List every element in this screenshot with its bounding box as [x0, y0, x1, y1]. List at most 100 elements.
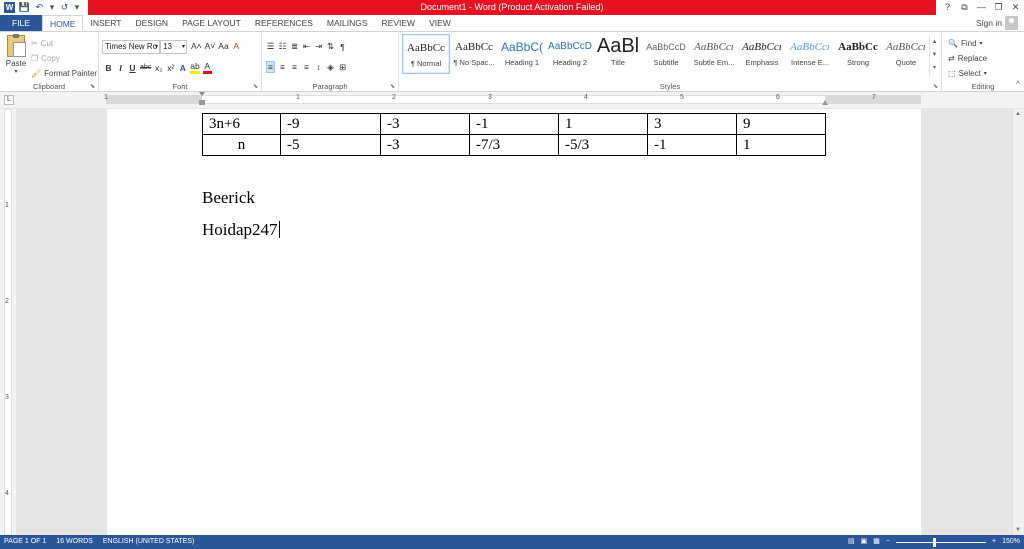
style-heading-1[interactable]: AaBbC(Heading 1: [498, 34, 546, 74]
table-cell[interactable]: -7/3: [469, 134, 559, 156]
styles-launcher-icon[interactable]: ⬊: [933, 83, 938, 90]
shrink-font-icon[interactable]: A˅: [205, 41, 216, 51]
style-intense-emphasis[interactable]: AaBbCcı Intense E...: [786, 34, 834, 74]
style-heading-2[interactable]: AaBbCcD Heading 2: [546, 34, 594, 74]
styles-scroll[interactable]: ▲ ▼ ▾: [929, 36, 939, 76]
close-button[interactable]: ✕: [1007, 0, 1024, 15]
paragraph-launcher-icon[interactable]: ⬊: [390, 83, 395, 90]
font-launcher-icon[interactable]: ⬊: [253, 83, 258, 90]
table-cell[interactable]: 1: [558, 113, 648, 135]
sort-icon[interactable]: ⇅: [326, 41, 335, 52]
tab-view[interactable]: VIEW: [422, 15, 458, 31]
subscript-button[interactable]: x₂: [154, 63, 163, 73]
bullets-icon[interactable]: ☰: [266, 41, 275, 52]
tab-insert[interactable]: INSERT: [83, 15, 128, 31]
style-no-spacing[interactable]: AaBbCc ¶ No Spac...: [450, 34, 498, 74]
underline-button[interactable]: U: [128, 63, 137, 73]
numbering-icon[interactable]: ☷: [278, 41, 287, 52]
replace-button[interactable]: ⇄ Replace: [948, 51, 987, 66]
styles-up-icon[interactable]: ▲: [930, 36, 939, 49]
collapse-ribbon-icon[interactable]: ˄: [1016, 80, 1020, 87]
table-cell[interactable]: -3: [380, 113, 470, 135]
table-cell[interactable]: 3n+6: [202, 113, 281, 135]
scroll-down-icon[interactable]: ▼: [1015, 527, 1021, 533]
table-cell[interactable]: n: [202, 134, 281, 156]
table-cell[interactable]: -3: [380, 134, 470, 156]
language-indicator[interactable]: ENGLISH (UNITED STATES): [103, 535, 195, 549]
line-spacing-icon[interactable]: ↕: [314, 62, 323, 72]
style-emphasis[interactable]: AaBbCcı Emphasis: [738, 34, 786, 74]
font-name-dropdown-icon[interactable]: ▾: [155, 41, 158, 53]
read-mode-icon[interactable]: ▤: [848, 535, 855, 549]
zoom-slider-thumb[interactable]: [933, 537, 936, 547]
align-left-icon[interactable]: ≡: [266, 61, 275, 73]
styles-more-icon[interactable]: ▾: [930, 62, 939, 75]
undo-icon[interactable]: ↶: [34, 2, 45, 13]
text-effects-icon[interactable]: A: [178, 63, 187, 73]
shading-icon[interactable]: ◈: [326, 62, 335, 73]
paste-button[interactable]: Paste ▾: [4, 34, 28, 75]
strikethrough-button[interactable]: abc: [140, 64, 151, 71]
right-indent-marker[interactable]: [822, 100, 828, 105]
sign-in-label[interactable]: Sign in: [976, 18, 1002, 28]
clear-formatting-icon[interactable]: A: [232, 41, 241, 51]
style-subtle-emphasis[interactable]: AaBbCcı Subtle Em...: [690, 34, 738, 74]
align-right-icon[interactable]: ≡: [290, 62, 299, 72]
align-center-icon[interactable]: ≡: [278, 62, 287, 72]
grow-font-icon[interactable]: A˄: [191, 41, 202, 51]
paste-dropdown-icon[interactable]: ▾: [4, 68, 28, 75]
style-title[interactable]: AaBl Title: [594, 34, 642, 74]
style-subtitle[interactable]: AaBbCcD Subtitle: [642, 34, 690, 74]
table-cell[interactable]: -5/3: [558, 134, 648, 156]
undo-dropdown-icon[interactable]: ▾: [49, 2, 55, 13]
web-layout-icon[interactable]: ▦: [873, 535, 880, 549]
paragraph-text[interactable]: Beerick: [202, 188, 255, 208]
copy-button[interactable]: ❐ Copy: [31, 51, 97, 66]
zoom-out-button[interactable]: −: [886, 535, 890, 549]
decrease-indent-icon[interactable]: ⇤: [302, 41, 311, 52]
tab-references[interactable]: REFERENCES: [248, 15, 320, 31]
superscript-button[interactable]: x²: [166, 63, 175, 73]
tab-design[interactable]: DESIGN: [128, 15, 175, 31]
print-layout-icon[interactable]: ▣: [861, 535, 868, 549]
vertical-scrollbar[interactable]: ▲ ▼: [1012, 109, 1024, 535]
tab-selector-icon[interactable]: L: [4, 95, 14, 105]
style-strong[interactable]: AaBbCc Strong: [834, 34, 882, 74]
zoom-level[interactable]: 150%: [1002, 535, 1020, 549]
data-table[interactable]: 3n+6 -9 -3 -1 1 3 9 n -5 -3 -7/3 -5/3 -1…: [202, 113, 826, 156]
cut-button[interactable]: ✂ Cut: [31, 36, 97, 51]
select-dropdown-icon[interactable]: ▾: [984, 70, 987, 77]
table-cell[interactable]: -9: [280, 113, 381, 135]
redo-icon[interactable]: ↺: [59, 2, 70, 13]
save-icon[interactable]: 💾: [19, 2, 30, 13]
highlight-icon[interactable]: ab: [190, 61, 200, 74]
borders-icon[interactable]: ⊞: [338, 62, 347, 73]
tab-mailings[interactable]: MAILINGS: [320, 15, 375, 31]
help-button[interactable]: ?: [939, 0, 956, 15]
change-case-icon[interactable]: Aa: [218, 41, 228, 51]
find-button[interactable]: 🔍 Find ▾: [948, 36, 987, 51]
clipboard-launcher-icon[interactable]: ⬊: [90, 83, 95, 90]
tab-home[interactable]: HOME: [41, 15, 84, 31]
customize-qat-icon[interactable]: ▾: [74, 2, 80, 13]
show-marks-icon[interactable]: ¶: [338, 42, 347, 52]
minimize-button[interactable]: —: [973, 0, 990, 15]
paragraph-text-current[interactable]: Hoidap247: [202, 220, 280, 240]
left-indent-marker[interactable]: [199, 92, 205, 108]
style-quote[interactable]: AaBbCcı Quote: [882, 34, 930, 74]
avatar[interactable]: [1005, 16, 1018, 30]
page-count[interactable]: PAGE 1 OF 1: [4, 535, 46, 549]
tab-file[interactable]: FILE: [0, 15, 42, 31]
font-size-dropdown-icon[interactable]: ▾: [182, 41, 185, 53]
styles-down-icon[interactable]: ▼: [930, 49, 939, 62]
select-button[interactable]: ⬚ Select ▾: [948, 66, 987, 81]
zoom-in-button[interactable]: +: [992, 535, 996, 549]
table-cell[interactable]: -1: [469, 113, 559, 135]
justify-icon[interactable]: ≡: [302, 62, 311, 72]
vertical-ruler[interactable]: 1 2 3 4: [0, 109, 16, 535]
increase-indent-icon[interactable]: ⇥: [314, 41, 323, 52]
italic-button[interactable]: I: [116, 63, 125, 73]
table-cell[interactable]: 9: [736, 113, 826, 135]
table-cell[interactable]: -5: [280, 134, 381, 156]
font-name-box[interactable]: Times New Ro ▾: [102, 40, 160, 54]
